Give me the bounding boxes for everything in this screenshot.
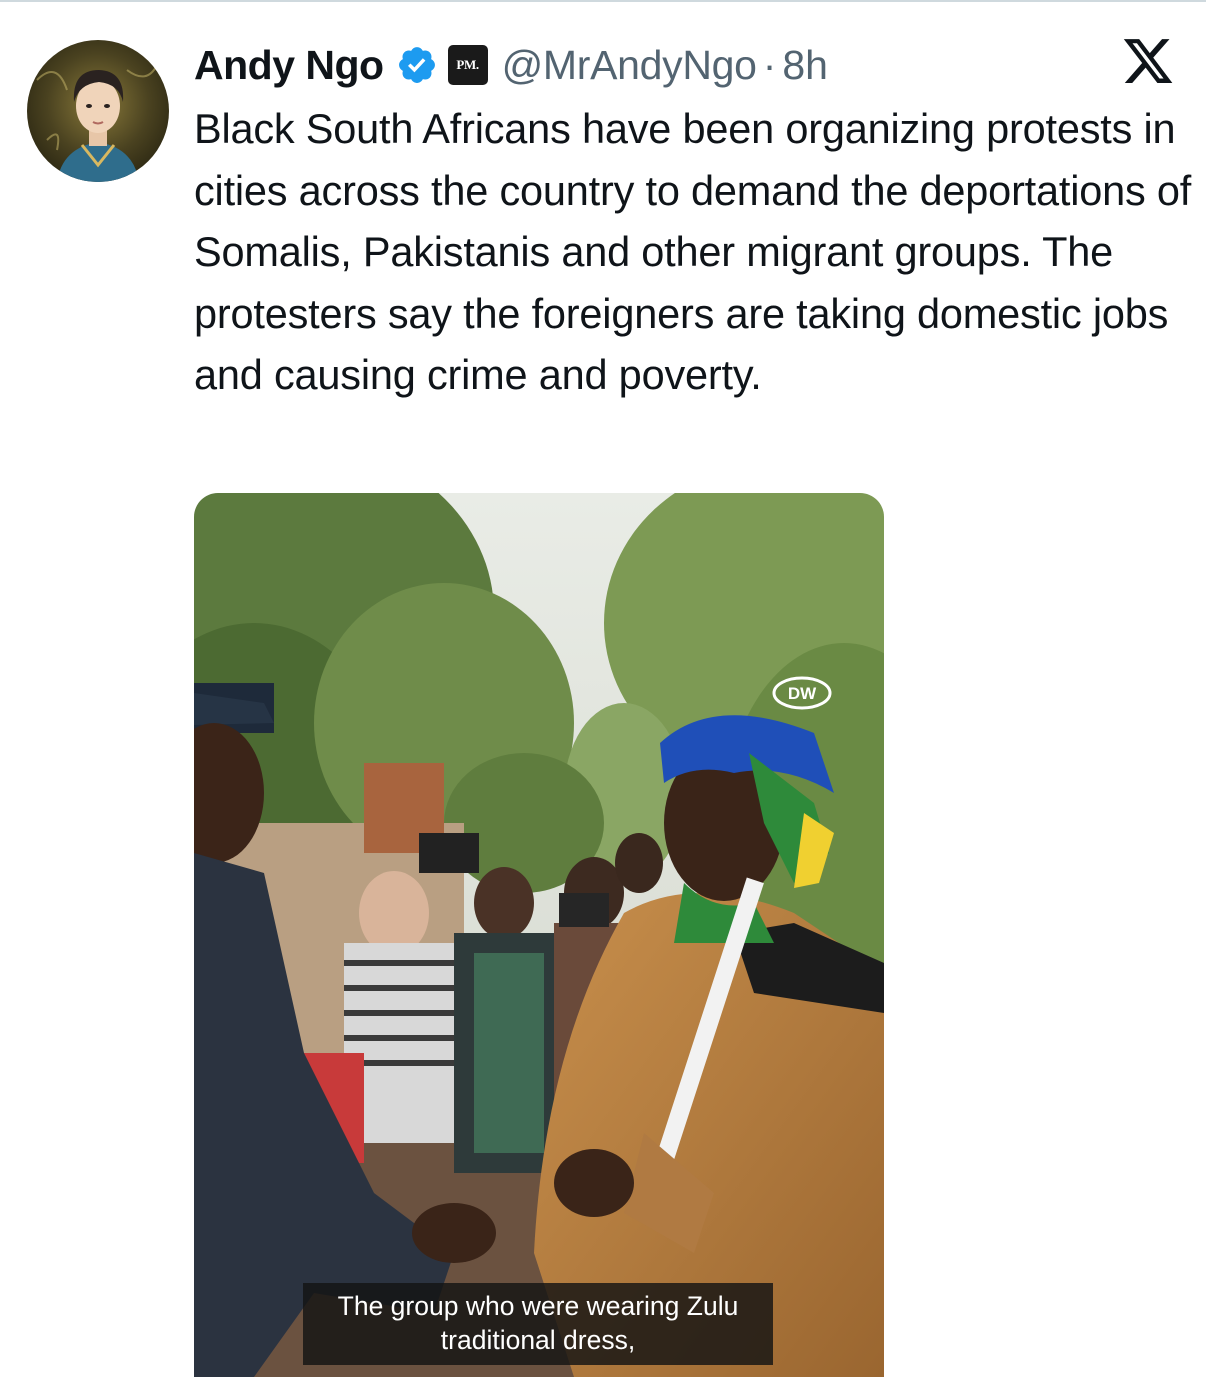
x-logo-icon[interactable]: [1121, 34, 1175, 88]
video-frame-image: [194, 493, 884, 1377]
caption-line-1: The group who were wearing Zulu: [337, 1291, 739, 1321]
tweet-timestamp[interactable]: 8h: [782, 42, 828, 89]
dw-watermark-logo: DW: [772, 676, 832, 710]
caption-line-2: traditional dress,: [440, 1325, 636, 1355]
verified-badge-icon: [398, 47, 435, 83]
video-caption: The group who were wearing Zulu traditio…: [303, 1283, 773, 1365]
affiliate-badge[interactable]: PM.: [447, 45, 488, 85]
author-avatar[interactable]: [27, 40, 169, 182]
tweet-video[interactable]: DW The group who were wearing Zulu tradi…: [194, 493, 884, 1377]
svg-text:DW: DW: [788, 684, 817, 703]
author-handle[interactable]: @MrAndyNgo: [502, 42, 757, 89]
tweet-text: Black South Africans have been organizin…: [194, 105, 1192, 399]
top-divider: [0, 0, 1206, 6]
tweet-header: Andy Ngo PM. @MrAndyNgo · 8h: [194, 38, 828, 92]
author-name[interactable]: Andy Ngo: [194, 42, 384, 89]
dot-separator: ·: [762, 41, 777, 88]
